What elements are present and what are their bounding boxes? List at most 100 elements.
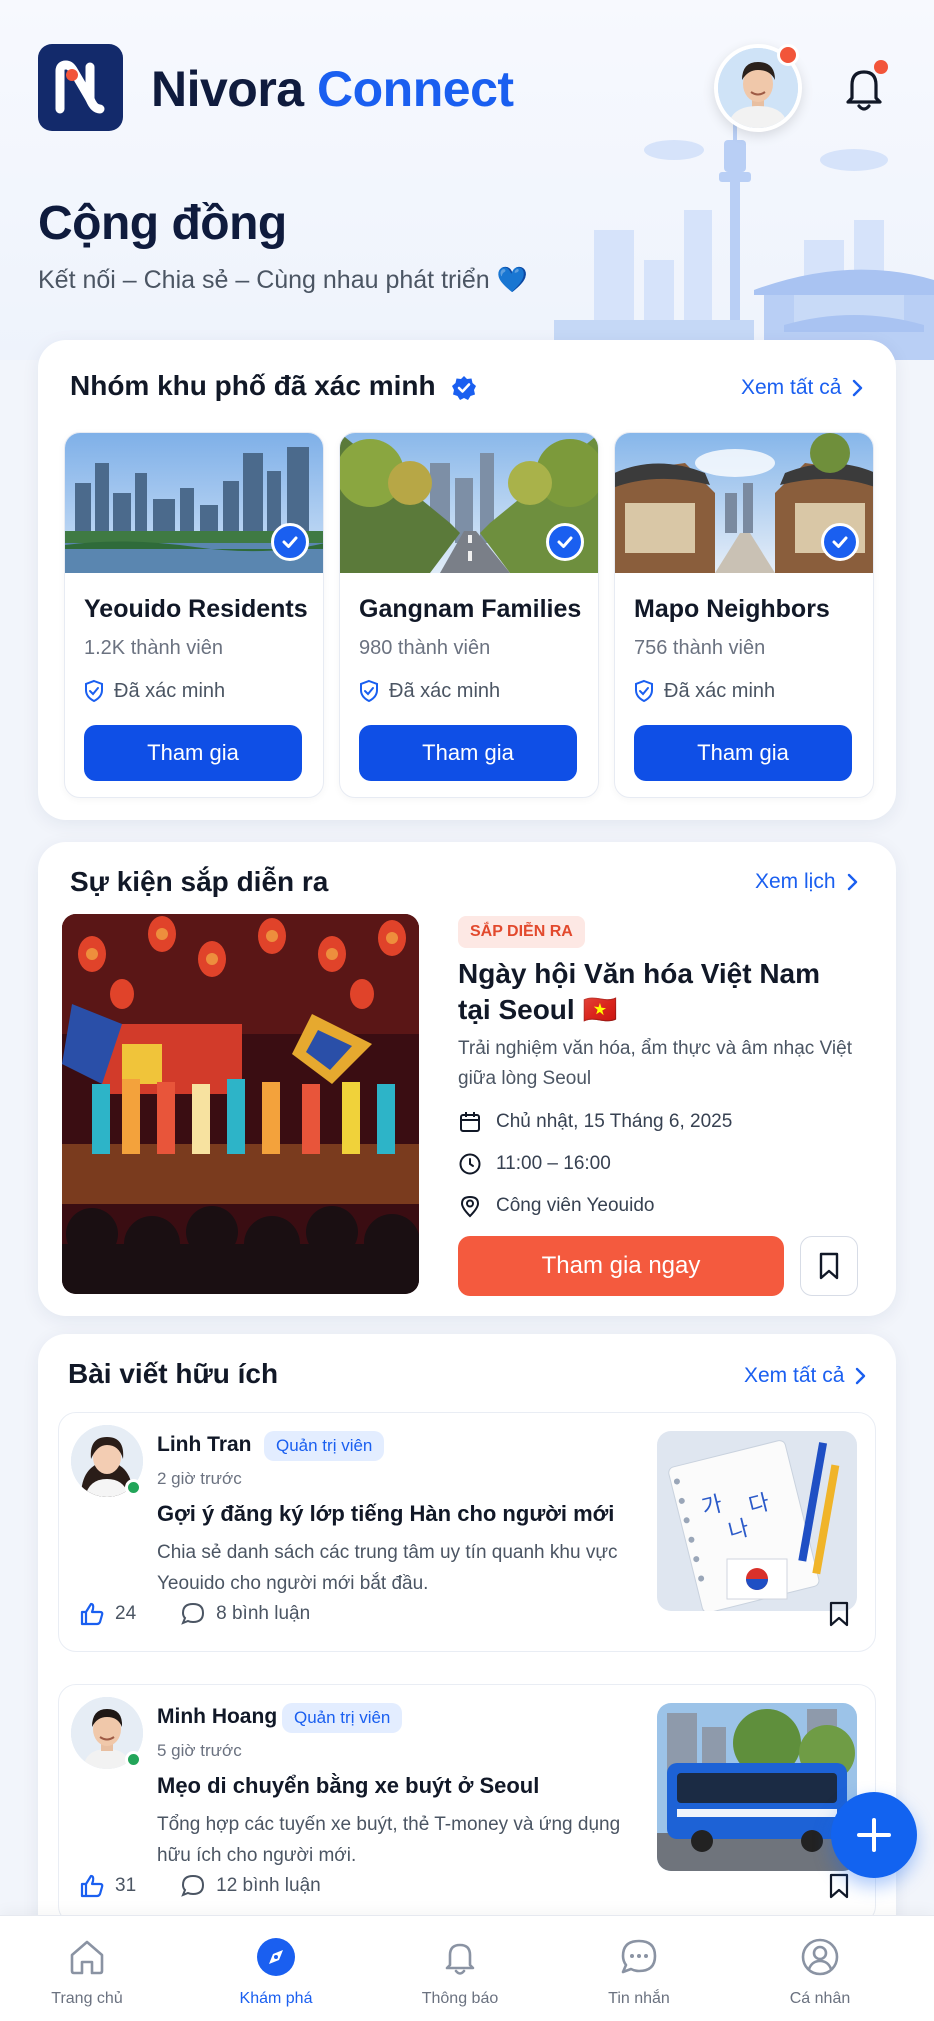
posts-see-all-label: Xem tất cả [744, 1364, 845, 1387]
post-author-name[interactable]: Minh Hoang [157, 1705, 277, 1729]
event-time: 11:00 – 16:00 [496, 1153, 611, 1174]
group-join-button[interactable]: Tham gia [359, 725, 577, 781]
post-thumbnail-bus[interactable] [657, 1703, 857, 1871]
comment-icon [181, 1874, 205, 1897]
post-card[interactable]: Minh Hoang Quản trị viên 5 giờ trước Mẹo… [58, 1684, 876, 1924]
user-status-dot [777, 44, 799, 66]
event-location: Công viên Yeouido [496, 1195, 655, 1216]
nav-item-home[interactable]: Trang chủ [22, 1936, 152, 2008]
group-verified-label: Đã xác minh [389, 679, 501, 702]
home-icon [70, 1940, 104, 1975]
author-online-indicator [125, 1479, 142, 1496]
events-title: Sự kiện sắp diễn ra [70, 866, 329, 897]
bookmark-icon [819, 1252, 839, 1280]
nav-item-notifications[interactable]: Thông báo [395, 1936, 525, 2008]
brand-name-part1: Nivora [151, 61, 304, 117]
event-description: Trải nghiệm văn hóa, ẩm thực và âm nhạc … [458, 1038, 852, 1089]
page-subtitle: Kết nối – Chia sẻ – Cùng nhau phát triển… [38, 266, 528, 294]
post-comment-count: 12 bình luận [216, 1875, 321, 1896]
event-title[interactable]: Ngày hội Văn hóa Việt Nam tại Seoul 🇻🇳 [458, 956, 858, 1028]
event-image[interactable] [62, 914, 419, 1294]
group-join-button[interactable]: Tham gia [84, 725, 302, 781]
group-verified-label: Đã xác minh [114, 679, 226, 702]
thumbs-up-icon [80, 1602, 104, 1626]
group-verified-check-icon [546, 523, 584, 561]
post-title[interactable]: Mẹo di chuyển bằng xe buýt ở Seoul [157, 1773, 539, 1799]
group-card-yeouido[interactable]: Yeouido Residents 1.2K thành viên Đã xác… [64, 432, 324, 798]
shield-check-icon [85, 679, 103, 703]
nav-label-explore: Khám phá [239, 1990, 313, 2007]
create-post-fab-button[interactable] [831, 1792, 917, 1878]
group-verified-status: Đã xác minh [359, 679, 500, 703]
posts-title: Bài viết hữu ích [68, 1358, 279, 1389]
event-bookmark-button[interactable] [800, 1236, 858, 1296]
group-members: 1.2K thành viên [84, 637, 223, 659]
verified-groups-title-text: Nhóm khu phố đã xác minh [70, 370, 436, 401]
user-icon [801, 1938, 839, 1976]
thumbs-up-icon [80, 1874, 104, 1898]
comment-icon [181, 1602, 205, 1625]
verified-groups-title: Nhóm khu phố đã xác minh [70, 370, 477, 402]
post-like-button[interactable]: 31 [79, 1873, 136, 1899]
chat-icon [621, 1939, 657, 1974]
brand-name-part2: Connect [317, 61, 514, 117]
nav-item-messages[interactable]: Tin nhắn [574, 1936, 704, 2008]
post-comment-button[interactable]: 12 bình luận [180, 1873, 321, 1899]
nav-label-messages: Tin nhắn [608, 1990, 670, 2007]
post-bookmark-icon[interactable] [829, 1873, 849, 1904]
author-online-indicator [125, 1751, 142, 1768]
groups-see-all-label: Xem tất cả [741, 376, 842, 399]
post-actions: 24 8 bình luận [79, 1601, 340, 1627]
shield-check-icon [360, 679, 378, 703]
nav-label-profile: Cá nhân [789, 1990, 851, 2007]
map-pin-icon [460, 1195, 480, 1218]
logo-icon [55, 60, 104, 113]
group-join-button[interactable]: Tham gia [634, 725, 852, 781]
clock-icon [459, 1153, 481, 1175]
group-card-mapo[interactable]: Mapo Neighbors 756 thành viên Đã xác min… [614, 432, 874, 798]
event-time-row: 11:00 – 16:00 [458, 1152, 611, 1176]
post-author-role-badge: Quản trị viên [282, 1703, 403, 1733]
post-description: Tổng hợp các tuyến xe buýt, thẻ T-money … [157, 1814, 621, 1866]
useful-posts-card: Bài viết hữu ích Xem tất cả Linh Tran Qu… [38, 1334, 896, 1934]
post-author-name[interactable]: Linh Tran [157, 1433, 252, 1457]
nav-item-explore[interactable]: Khám phá [211, 1936, 341, 2008]
post-thumbnail-korean-notebook[interactable]: 가 나 다 [657, 1431, 857, 1611]
plus-icon [857, 1818, 891, 1852]
calendar-icon [460, 1112, 480, 1132]
group-card-gangnam[interactable]: Gangnam Families 980 thành viên Đã xác m… [339, 432, 599, 798]
groups-see-all-link[interactable]: Xem tất cả [741, 376, 863, 400]
nav-item-profile[interactable]: Cá nhân [755, 1936, 885, 2008]
post-actions: 31 12 bình luận [79, 1873, 351, 1899]
bell-icon [445, 1943, 475, 1975]
post-comment-button[interactable]: 8 bình luận [180, 1601, 310, 1627]
post-card[interactable]: Linh Tran Quản trị viên 2 giờ trước Gợi … [58, 1412, 876, 1652]
post-like-count: 24 [115, 1603, 137, 1624]
bottom-navigation: Trang chủ Khám phá Thông báo Tin nhắn Cá… [0, 1915, 934, 2021]
app-brand: Nivora Connect [151, 60, 514, 118]
event-status-badge: SẮP DIỄN RA [458, 916, 585, 948]
shield-check-icon [635, 679, 653, 703]
notification-dot [874, 60, 888, 74]
verified-groups-card: Nhóm khu phố đã xác minh Xem tất cả Yeou… [38, 340, 896, 820]
upcoming-events-card: Sự kiện sắp diễn ra Xem lịch SẮP DIỄN RA… [38, 842, 896, 1316]
compass-icon [257, 1938, 295, 1976]
group-verified-status: Đã xác minh [634, 679, 775, 703]
post-bookmark-icon[interactable] [829, 1601, 849, 1632]
group-verified-label: Đã xác minh [664, 679, 776, 702]
posts-see-all-link[interactable]: Xem tất cả [744, 1364, 866, 1388]
post-author-role-badge: Quản trị viên [264, 1431, 385, 1461]
groups-list: Yeouido Residents 1.2K thành viên Đã xác… [64, 432, 874, 798]
post-like-button[interactable]: 24 [79, 1601, 136, 1627]
group-verified-check-icon [271, 523, 309, 561]
chevron-right-icon [853, 379, 863, 397]
events-calendar-link[interactable]: Xem lịch [755, 870, 858, 894]
event-date-row: Chủ nhật, 15 Tháng 6, 2025 [458, 1110, 732, 1134]
post-time: 5 giờ trước [157, 1741, 242, 1760]
group-name: Mapo Neighbors [634, 595, 830, 623]
post-title[interactable]: Gợi ý đăng ký lớp tiếng Hàn cho người mớ… [157, 1501, 614, 1527]
app-logo[interactable] [38, 44, 123, 131]
post-time: 2 giờ trước [157, 1469, 242, 1488]
event-join-button[interactable]: Tham gia ngay [458, 1236, 784, 1296]
event-date: Chủ nhật, 15 Tháng 6, 2025 [496, 1111, 733, 1132]
